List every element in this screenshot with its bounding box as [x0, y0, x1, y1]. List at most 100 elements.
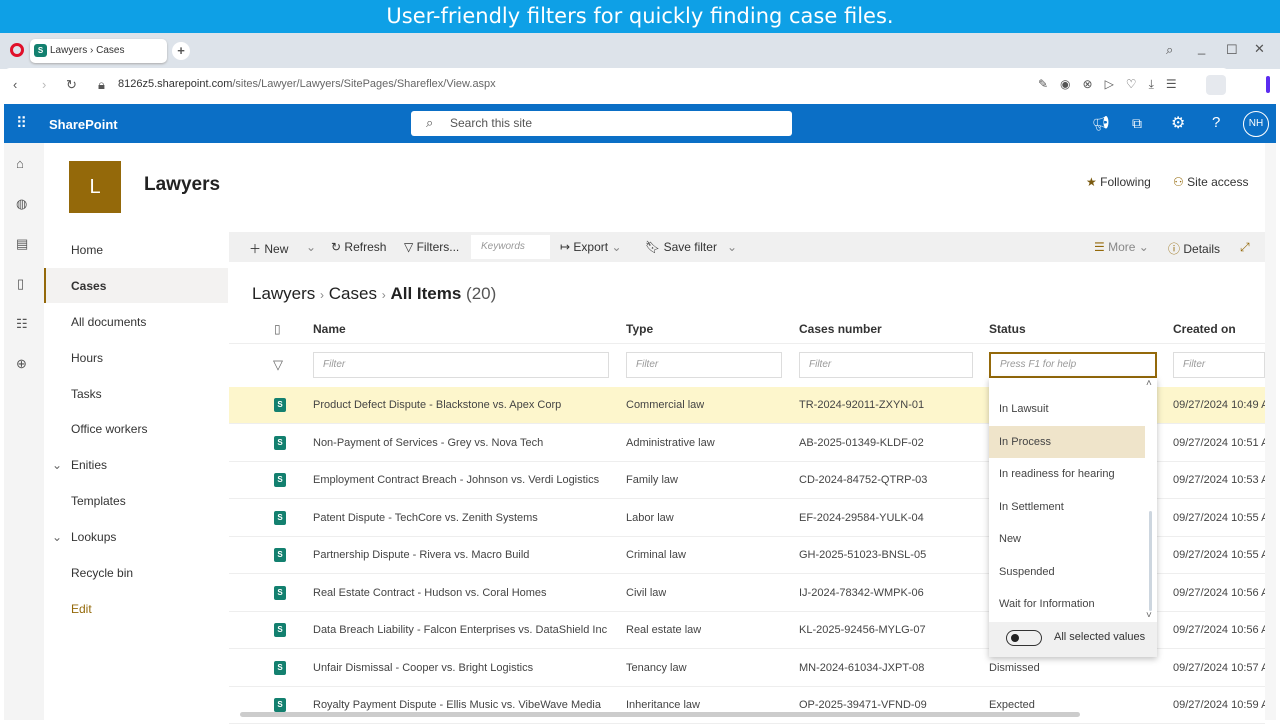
cell-cases-number: CD-2024-84752-QTRP-03 — [799, 474, 928, 486]
create-icon[interactable]: ⊕ — [16, 356, 27, 372]
minimize-button[interactable]: _ — [1198, 40, 1205, 55]
browser-tab[interactable]: S Lawyers › Cases — [30, 39, 167, 63]
nav-edit[interactable]: Edit — [71, 602, 92, 616]
cell-type: Real estate law — [626, 624, 702, 636]
cases-number-filter-input[interactable]: Filter — [799, 352, 973, 378]
status-option[interactable]: In Settlement — [989, 491, 1145, 523]
cell-cases-number: OP-2025-39471-VFND-09 — [799, 699, 927, 711]
app-launcher-icon[interactable]: ⠿ — [16, 114, 27, 132]
horizontal-scrollbar[interactable] — [240, 712, 1080, 717]
cell-name[interactable]: Data Breach Liability - Falcon Enterpris… — [313, 624, 607, 636]
status-option[interactable]: In Process — [989, 425, 1145, 458]
lists-icon[interactable]: ☷ — [16, 316, 28, 332]
help-icon[interactable]: ? — [1212, 114, 1220, 131]
created-on-filter-input[interactable]: Filter — [1173, 352, 1265, 378]
opera-logo-icon[interactable] — [10, 43, 24, 57]
status-option[interactable]: In Lawsuit — [989, 393, 1145, 425]
details-button[interactable]: ⓘ Details — [1168, 240, 1220, 257]
column-header-created-on[interactable]: Created on — [1173, 322, 1236, 336]
url-field[interactable]: 8126z5.sharepoint.com/sites/Lawyer/Lawye… — [118, 78, 496, 90]
forward-button[interactable]: › — [42, 77, 46, 92]
back-button[interactable]: ‹ — [13, 77, 17, 92]
following-button[interactable]: ★ Following — [1086, 175, 1151, 189]
column-header-status[interactable]: Status — [989, 322, 1026, 336]
status-option[interactable]: New — [989, 523, 1145, 555]
nav-lookups[interactable]: Lookups — [71, 530, 116, 544]
cell-name[interactable]: Product Defect Dispute - Blackstone vs. … — [313, 399, 561, 411]
nav-cases[interactable]: Cases — [71, 279, 106, 293]
chevron-down-icon[interactable]: ⌄ — [52, 458, 62, 472]
nav-enities[interactable]: Enities — [71, 458, 107, 472]
file-type-header-icon: ▯ — [274, 322, 281, 336]
breadcrumb-site[interactable]: Lawyers — [252, 284, 315, 303]
search-tabs-icon[interactable]: ⌕ — [1166, 42, 1173, 58]
cell-created-on: 09/27/2024 10:56 AM — [1173, 586, 1265, 599]
nav-recycle-bin[interactable]: Recycle bin — [71, 566, 133, 580]
column-header-type[interactable]: Type — [626, 322, 653, 336]
filters-button[interactable]: ▽ Filters... — [404, 240, 459, 254]
type-filter-input[interactable]: Filter — [626, 352, 782, 378]
scroll-up-chevron-icon[interactable]: ˄ — [1146, 378, 1152, 389]
keywords-input[interactable]: Keywords — [471, 235, 550, 259]
profile-icon[interactable] — [1206, 75, 1226, 95]
news-icon[interactable]: ▤ — [16, 236, 28, 252]
more-button[interactable]: ☰ More ⌄ — [1094, 240, 1149, 254]
filter-icon: ▽ — [404, 240, 414, 254]
export-button[interactable]: ↦ Export ⌄ — [560, 240, 622, 254]
breadcrumb-list[interactable]: Cases — [329, 284, 377, 303]
nav-office-workers[interactable]: Office workers — [71, 422, 147, 436]
close-window-button[interactable]: ✕ — [1254, 41, 1265, 57]
cell-name[interactable]: Employment Contract Breach - Johnson vs.… — [313, 474, 599, 486]
sharepoint-brand[interactable]: SharePoint — [49, 117, 118, 132]
reload-button[interactable]: ↻ — [66, 77, 77, 93]
avatar[interactable]: NH — [1243, 111, 1269, 137]
save-filter-button[interactable]: 🔖︎ Save filter — [645, 240, 717, 254]
cell-name[interactable]: Unfair Dismissal - Cooper vs. Bright Log… — [313, 662, 533, 674]
apps-icon[interactable]: ⧉ — [1132, 115, 1142, 132]
browser-extension-icons[interactable]: ✎◉⊗▷♡⤓☰ — [1038, 77, 1189, 92]
cell-created-on: 09/27/2024 10:51 AM — [1173, 436, 1265, 449]
save-filter-chevron-icon[interactable]: ⌄ — [727, 240, 737, 254]
table-row[interactable]: S Royalty Payment Dispute - Ellis Music … — [229, 687, 1265, 724]
vertical-scrollbar[interactable] — [1265, 143, 1276, 720]
new-dropdown-chevron-icon[interactable]: ⌄ — [306, 240, 316, 254]
new-tab-button[interactable]: + — [172, 42, 190, 60]
nav-all-documents[interactable]: All documents — [71, 315, 146, 329]
site-access-button[interactable]: ⚇ Site access — [1173, 175, 1248, 189]
cell-name[interactable]: Royalty Payment Dispute - Ellis Music vs… — [313, 699, 601, 711]
site-title[interactable]: Lawyers — [144, 174, 220, 196]
cell-name[interactable]: Partnership Dispute - Rivera vs. Macro B… — [313, 549, 529, 561]
home-icon[interactable]: ⌂ — [16, 156, 24, 171]
column-header-cases-number[interactable]: Cases number — [799, 322, 882, 336]
cell-name[interactable]: Patent Dispute - TechCore vs. Zenith Sys… — [313, 512, 538, 524]
chevron-down-icon[interactable]: ⌄ — [52, 530, 62, 544]
nav-templates[interactable]: Templates — [71, 494, 126, 508]
star-icon: ★ — [1086, 175, 1097, 189]
maximize-button[interactable]: ☐ — [1226, 42, 1238, 58]
status-option[interactable]: Suspended — [989, 556, 1145, 588]
nav-home[interactable]: Home — [71, 243, 103, 257]
nav-hours[interactable]: Hours — [71, 351, 103, 365]
expand-icon[interactable]: ⤢ — [1240, 240, 1250, 255]
status-option[interactable]: Wait for Information — [989, 588, 1145, 620]
scroll-down-chevron-icon[interactable]: ˅ — [1146, 610, 1152, 621]
globe-icon[interactable]: ◍ — [16, 196, 27, 212]
status-filter-dropdown: ˄ ˅ In Lawsuit In Process In readiness for… — [989, 378, 1157, 657]
cell-type: Civil law — [626, 586, 667, 599]
site-search-input[interactable]: Search this site — [411, 111, 792, 136]
name-filter-input[interactable]: Filter — [313, 352, 609, 378]
file-icon[interactable]: ▯ — [17, 276, 24, 292]
settings-gear-icon[interactable]: ⚙ — [1171, 113, 1185, 133]
refresh-button[interactable]: ↻ Refresh — [331, 240, 386, 254]
all-selected-toggle[interactable] — [1006, 630, 1042, 646]
cell-name[interactable]: Non-Payment of Services - Grey vs. Nova … — [313, 437, 543, 449]
dropdown-scrollbar[interactable] — [1149, 511, 1152, 611]
item-count: (20) — [466, 284, 497, 303]
nav-tasks[interactable]: Tasks — [71, 387, 102, 401]
column-header-name[interactable]: Name — [313, 322, 346, 336]
status-filter-input[interactable]: Press F1 for help — [989, 352, 1157, 378]
megaphone-icon[interactable]: 📢︎ — [1092, 115, 1110, 132]
cell-name[interactable]: Real Estate Contract - Hudson vs. Coral … — [313, 587, 547, 599]
status-option[interactable]: In readiness for hearing — [989, 458, 1145, 490]
new-button[interactable]: ＋ New — [249, 240, 288, 257]
